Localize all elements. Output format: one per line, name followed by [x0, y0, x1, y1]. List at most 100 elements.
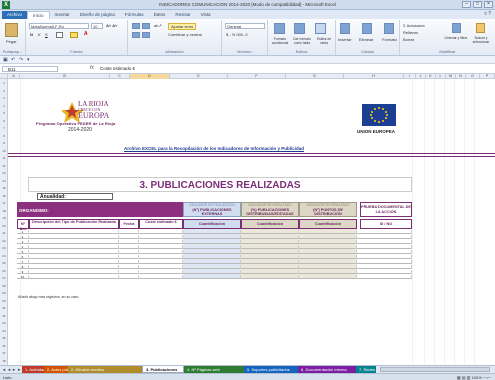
row-number-cell[interactable]: 9: [17, 270, 29, 274]
row-header[interactable]: 27: [0, 276, 8, 280]
row-number-cell[interactable]: 8: [17, 265, 29, 269]
table-cell[interactable]: [360, 230, 412, 234]
horizontal-scrollbar[interactable]: [380, 367, 490, 372]
table-cell[interactable]: [139, 230, 183, 234]
table-cell[interactable]: [299, 265, 357, 269]
zoom-control[interactable]: ▦ ▤ ▥ 100% ─○─: [457, 375, 491, 380]
underline-icon[interactable]: S: [45, 32, 48, 37]
row-header[interactable]: 5: [0, 111, 8, 115]
row-header[interactable]: 7: [0, 126, 8, 130]
table-cell[interactable]: [299, 260, 357, 264]
grow-font-icon[interactable]: A˄ A˅: [106, 23, 117, 28]
cell-styles-icon[interactable]: [315, 23, 326, 34]
table-cell[interactable]: [183, 270, 241, 274]
tab-formulas[interactable]: Fórmulas: [120, 11, 149, 19]
delete-cells-icon[interactable]: [362, 23, 372, 34]
table-cell[interactable]: [139, 265, 183, 269]
table-cell[interactable]: [139, 245, 183, 249]
tab-archivo[interactable]: Archivo: [2, 11, 28, 19]
table-cell[interactable]: [183, 245, 241, 249]
row-header[interactable]: 22: [0, 239, 8, 243]
font-color-icon[interactable]: A: [84, 31, 88, 37]
row-header[interactable]: 36: [0, 344, 8, 348]
conditional-format-button[interactable]: Formato condicional: [269, 37, 291, 45]
table-cell[interactable]: [183, 275, 241, 279]
row-header[interactable]: 12: [0, 164, 8, 168]
table-format-icon[interactable]: [294, 23, 305, 34]
table-cell[interactable]: [139, 260, 183, 264]
table-cell[interactable]: [241, 250, 299, 254]
paste-label[interactable]: Pegar: [6, 39, 17, 44]
table-cell[interactable]: [360, 240, 412, 244]
table-cell[interactable]: [241, 265, 299, 269]
table-cell[interactable]: [29, 230, 119, 234]
clear-button[interactable]: Borrar: [403, 37, 414, 42]
orientation-icon[interactable]: ab↗: [154, 23, 162, 28]
sheet-nav-arrows-icon[interactable]: ◄ ◄ ► ►: [2, 366, 21, 373]
table-cell[interactable]: [29, 250, 119, 254]
row-header[interactable]: 19: [0, 216, 8, 220]
table-cell[interactable]: [183, 250, 241, 254]
wrap-text-button[interactable]: Ajustar texto: [168, 23, 197, 30]
row-header[interactable]: 11: [0, 156, 8, 160]
tab-insertar[interactable]: Insertar: [50, 11, 75, 19]
sort-filter-button[interactable]: Ordenar y filtrar: [444, 36, 468, 40]
table-cell[interactable]: [119, 255, 139, 259]
borders-icon[interactable]: [56, 32, 63, 38]
row-header[interactable]: 31: [0, 306, 8, 310]
table-cell[interactable]: [139, 250, 183, 254]
table-cell[interactable]: [241, 260, 299, 264]
table-cell[interactable]: [119, 235, 139, 239]
table-cell[interactable]: [241, 245, 299, 249]
align-center-icon[interactable]: [142, 32, 150, 38]
table-cell[interactable]: [360, 275, 412, 279]
table-cell[interactable]: [119, 260, 139, 264]
row-header[interactable]: 2: [0, 89, 8, 93]
table-cell[interactable]: [29, 235, 119, 239]
row-header[interactable]: 10: [0, 149, 8, 153]
anualidad-field[interactable]: Anualidad:: [37, 193, 113, 200]
row-header[interactable]: 35: [0, 336, 8, 340]
save-icon[interactable]: ▣: [3, 57, 8, 63]
table-cell[interactable]: [299, 230, 357, 234]
autosum-button[interactable]: Σ Autosuma: [403, 23, 425, 28]
table-cell[interactable]: [29, 240, 119, 244]
align-top-icon[interactable]: [132, 23, 140, 29]
help-icon[interactable]: ◊ ?: [484, 11, 491, 17]
minimize-icon[interactable]: –: [462, 1, 471, 8]
row-header[interactable]: 4: [0, 104, 8, 108]
table-cell[interactable]: [241, 230, 299, 234]
row-header[interactable]: 23: [0, 246, 8, 250]
table-cell[interactable]: [241, 275, 299, 279]
row-header[interactable]: 26: [0, 269, 8, 273]
font-name-select[interactable]: MetaNormalLF-Ro: [29, 23, 89, 29]
undo-icon[interactable]: ↶: [11, 57, 15, 63]
archivo-excel-link[interactable]: Archivo EXCEL para la Recopilación de lo…: [124, 146, 304, 151]
table-cell[interactable]: [119, 245, 139, 249]
row-header[interactable]: 21: [0, 231, 8, 235]
table-cell[interactable]: [360, 265, 412, 269]
merge-center-button[interactable]: Combinar y centrar: [168, 32, 202, 37]
table-cell[interactable]: [183, 260, 241, 264]
italic-icon[interactable]: K: [38, 32, 41, 37]
row-header[interactable]: 14: [0, 179, 8, 183]
sheet-tab-publicaciones[interactable]: 3. Publicaciones: [142, 366, 184, 373]
row-header[interactable]: 1: [0, 81, 8, 85]
fx-icon[interactable]: fx: [90, 65, 94, 71]
redo-icon[interactable]: ↷: [19, 57, 23, 63]
table-cell[interactable]: [29, 275, 119, 279]
insert-button[interactable]: Insertar: [338, 37, 352, 42]
row-number-cell[interactable]: 6: [17, 255, 29, 259]
table-cell[interactable]: [299, 245, 357, 249]
customize-qat-icon[interactable]: ▾: [27, 57, 30, 63]
tab-inicio[interactable]: Inicio: [27, 11, 50, 19]
name-box[interactable]: B11: [2, 66, 58, 72]
sheet-tab-8[interactable]: 7. Redes: [356, 366, 376, 373]
row-header[interactable]: 28: [0, 284, 8, 288]
find-select-button[interactable]: Buscar y seleccionar: [468, 36, 494, 44]
table-cell[interactable]: [241, 235, 299, 239]
row-header[interactable]: 33: [0, 321, 8, 325]
sort-filter-icon[interactable]: [452, 23, 461, 33]
format-cells-icon[interactable]: [384, 23, 394, 34]
row-number-cell[interactable]: 3: [17, 240, 29, 244]
